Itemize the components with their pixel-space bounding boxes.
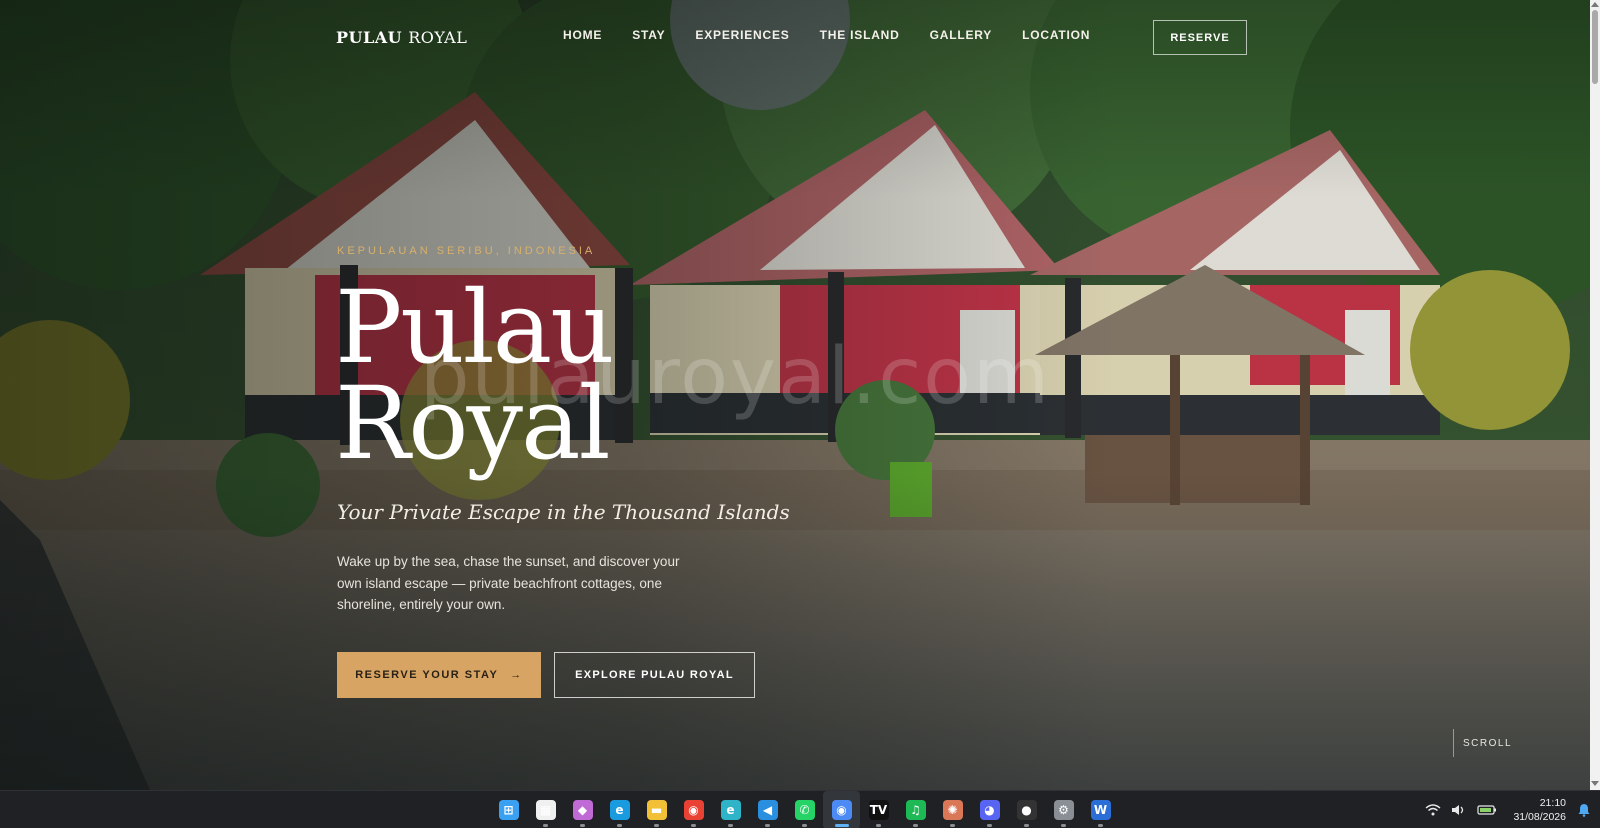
running-indicator bbox=[835, 824, 849, 827]
running-indicator bbox=[802, 824, 807, 827]
running-indicator bbox=[617, 824, 622, 827]
taskbar-app-copilot[interactable]: ◆ bbox=[564, 791, 601, 828]
taskbar-app-tradingview[interactable]: TV bbox=[860, 791, 897, 828]
chrome-active-icon: ◉ bbox=[831, 800, 852, 820]
brand-name-light: ROYAL bbox=[408, 28, 468, 47]
nav-link-experiences[interactable]: EXPERIENCES bbox=[695, 28, 789, 42]
taskbar-app-whatsapp[interactable]: ✆ bbox=[786, 791, 823, 828]
running-indicator bbox=[876, 824, 881, 827]
recorder-icon: ● bbox=[1016, 800, 1037, 820]
page-scrollbar[interactable] bbox=[1590, 0, 1600, 790]
edge-beta-icon: e bbox=[720, 800, 741, 820]
spotify-icon: ♫ bbox=[905, 800, 926, 820]
main-nav: HOME STAY EXPERIENCES THE ISLAND GALLERY… bbox=[563, 28, 1120, 42]
taskbar-app-edge[interactable]: e bbox=[601, 791, 638, 828]
taskbar-app-spotify[interactable]: ♫ bbox=[897, 791, 934, 828]
reserve-your-stay-button[interactable]: RESERVE YOUR STAY → bbox=[337, 652, 541, 698]
notification-bell-icon[interactable] bbox=[1578, 803, 1590, 817]
clock-date: 31/08/2026 bbox=[1513, 811, 1566, 823]
nav-link-the-island[interactable]: THE ISLAND bbox=[820, 28, 900, 42]
reserve-button[interactable]: RESERVE bbox=[1153, 20, 1247, 55]
nav-link-gallery[interactable]: GALLERY bbox=[930, 28, 993, 42]
vscode-icon: ◀ bbox=[757, 800, 778, 820]
scroll-indicator-line bbox=[1453, 729, 1454, 757]
running-indicator bbox=[580, 824, 585, 827]
taskbar-app-vscode[interactable]: ◀ bbox=[749, 791, 786, 828]
taskbar-apps: ⊞ ▦ ◆ e ▬ ◉ e ◀ ✆ ◉ TV ♫ ✺ ◕ ● ⚙ W bbox=[490, 791, 1119, 828]
taskbar-app-chrome[interactable]: ◉ bbox=[675, 791, 712, 828]
taskbar-app-start[interactable]: ⊞ bbox=[490, 791, 527, 828]
volume-icon[interactable] bbox=[1451, 804, 1467, 816]
system-clock[interactable]: 21:10 31/08/2026 bbox=[1513, 796, 1566, 824]
arrow-right-icon: → bbox=[510, 669, 523, 681]
hero-description: Wake up by the sea, chase the sunset, an… bbox=[337, 554, 680, 612]
hero-eyebrow: KEPULAUAN SERIBU, INDONESIA bbox=[337, 245, 596, 257]
running-indicator bbox=[543, 824, 548, 827]
taskbar-app-recorder[interactable]: ● bbox=[1008, 791, 1045, 828]
whatsapp-icon: ✆ bbox=[794, 800, 815, 820]
running-indicator bbox=[950, 824, 955, 827]
discord-icon: ◕ bbox=[979, 800, 1000, 820]
settings-icon: ⚙ bbox=[1053, 800, 1074, 820]
taskbar-app-claude[interactable]: ✺ bbox=[934, 791, 971, 828]
taskbar-app-store[interactable]: ▦ bbox=[527, 791, 564, 828]
running-indicator bbox=[913, 824, 918, 827]
clock-time: 21:10 bbox=[1539, 797, 1566, 809]
edge-icon: e bbox=[609, 800, 630, 820]
running-indicator bbox=[1061, 824, 1066, 827]
file-explorer-icon: ▬ bbox=[646, 800, 667, 820]
nav-link-home[interactable]: HOME bbox=[563, 28, 602, 42]
tradingview-icon: TV bbox=[868, 800, 889, 820]
taskbar-app-discord[interactable]: ◕ bbox=[971, 791, 1008, 828]
hero-section: pulauroyal.com PULAU ROYAL HOME STAY EXP… bbox=[0, 0, 1590, 790]
word-icon: W bbox=[1090, 800, 1111, 820]
brand-name-bold: PULAU bbox=[336, 28, 403, 47]
taskbar-app-word[interactable]: W bbox=[1082, 791, 1119, 828]
hero-title-line2: Royal bbox=[335, 365, 611, 482]
reserve-your-stay-label: RESERVE YOUR STAY bbox=[355, 669, 499, 681]
nav-link-location[interactable]: LOCATION bbox=[1022, 28, 1090, 42]
windows-taskbar: ⊞ ▦ ◆ e ▬ ◉ e ◀ ✆ ◉ TV ♫ ✺ ◕ ● ⚙ W 21:10 31/08/2026 bbox=[0, 790, 1600, 828]
taskbar-app-edge-beta[interactable]: e bbox=[712, 791, 749, 828]
system-tray: 21:10 31/08/2026 bbox=[1425, 791, 1600, 828]
start-icon: ⊞ bbox=[498, 800, 519, 820]
hero-title-line1: Pulau bbox=[335, 269, 615, 386]
running-indicator bbox=[987, 824, 992, 827]
nav-link-stay[interactable]: STAY bbox=[632, 28, 665, 42]
running-indicator bbox=[1024, 824, 1029, 827]
taskbar-app-file-explorer[interactable]: ▬ bbox=[638, 791, 675, 828]
claude-icon: ✺ bbox=[942, 800, 963, 820]
hero-title: Pulau Royal bbox=[335, 269, 615, 482]
chrome-icon: ◉ bbox=[683, 800, 704, 820]
scroll-down-arrow-icon[interactable] bbox=[1591, 781, 1599, 786]
hero-subtitle: Your Private Escape in the Thousand Isla… bbox=[337, 500, 790, 524]
explore-pulau-royal-button[interactable]: EXPLORE PULAU ROYAL bbox=[554, 652, 755, 698]
scrollbar-thumb[interactable] bbox=[1592, 10, 1598, 84]
taskbar-app-chrome-active[interactable]: ◉ bbox=[823, 791, 860, 828]
wifi-icon[interactable] bbox=[1425, 804, 1441, 816]
battery-icon[interactable] bbox=[1477, 804, 1497, 816]
running-indicator bbox=[691, 824, 696, 827]
brand-logo[interactable]: PULAU ROYAL bbox=[336, 28, 467, 47]
running-indicator bbox=[728, 824, 733, 827]
scroll-up-arrow-icon[interactable] bbox=[1591, 2, 1599, 7]
scroll-indicator-label[interactable]: SCROLL bbox=[1463, 738, 1512, 749]
running-indicator bbox=[765, 824, 770, 827]
taskbar-app-settings[interactable]: ⚙ bbox=[1045, 791, 1082, 828]
running-indicator bbox=[1098, 824, 1103, 827]
store-icon: ▦ bbox=[535, 800, 556, 820]
copilot-icon: ◆ bbox=[572, 800, 593, 820]
running-indicator bbox=[654, 824, 659, 827]
